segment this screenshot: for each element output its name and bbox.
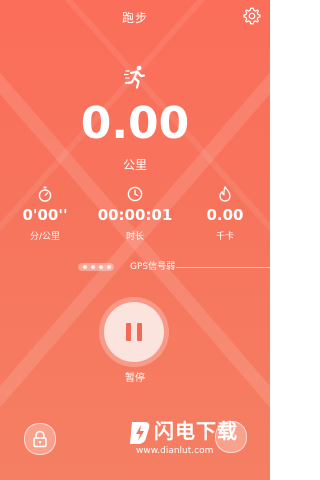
pace-label: 分/公里 bbox=[29, 232, 61, 242]
gps-signal-icon bbox=[78, 263, 114, 271]
gps-divider bbox=[176, 267, 270, 268]
stopwatch-icon bbox=[38, 186, 52, 202]
clock-icon bbox=[127, 186, 143, 202]
distance-unit: 公里 bbox=[122, 158, 147, 172]
gear-icon[interactable] bbox=[242, 6, 262, 26]
lock-button[interactable] bbox=[24, 423, 56, 455]
calories-label: 千卡 bbox=[215, 232, 234, 242]
duration-value: 00:00:01 bbox=[97, 206, 173, 224]
flame-icon bbox=[219, 186, 231, 202]
pause-icon bbox=[126, 323, 131, 341]
pause-button[interactable] bbox=[104, 302, 164, 362]
lock-icon bbox=[33, 430, 47, 448]
running-screen: 跑步 0.00 公里 0'00'' 分/公里 00:00:01 时长 0.00 … bbox=[0, 0, 270, 480]
header: 跑步 bbox=[0, 0, 270, 36]
duration-label: 时长 bbox=[125, 232, 144, 242]
watermark: 闪电下载 www.dianlut.com bbox=[128, 418, 268, 460]
distance-value: 0.00 bbox=[80, 98, 190, 149]
page-title: 跑步 bbox=[121, 11, 148, 25]
stat-pace: 0'00'' 分/公里 bbox=[0, 186, 90, 242]
runner-icon bbox=[123, 65, 146, 89]
gps-status-text: GPS信号弱 bbox=[130, 262, 176, 272]
stat-calories: 0.00 千卡 bbox=[180, 186, 270, 242]
pace-value: 0'00'' bbox=[22, 206, 68, 224]
watermark-url: www.dianlut.com bbox=[136, 446, 214, 456]
gps-status: GPS信号弱 bbox=[78, 260, 270, 274]
pause-label: 暂停 bbox=[125, 373, 145, 384]
calories-value: 0.00 bbox=[206, 206, 244, 224]
stat-duration: 00:00:01 时长 bbox=[90, 186, 180, 242]
lightning-logo bbox=[130, 422, 150, 444]
watermark-name: 闪电下载 bbox=[154, 419, 238, 443]
pause-icon-bar bbox=[137, 323, 142, 341]
